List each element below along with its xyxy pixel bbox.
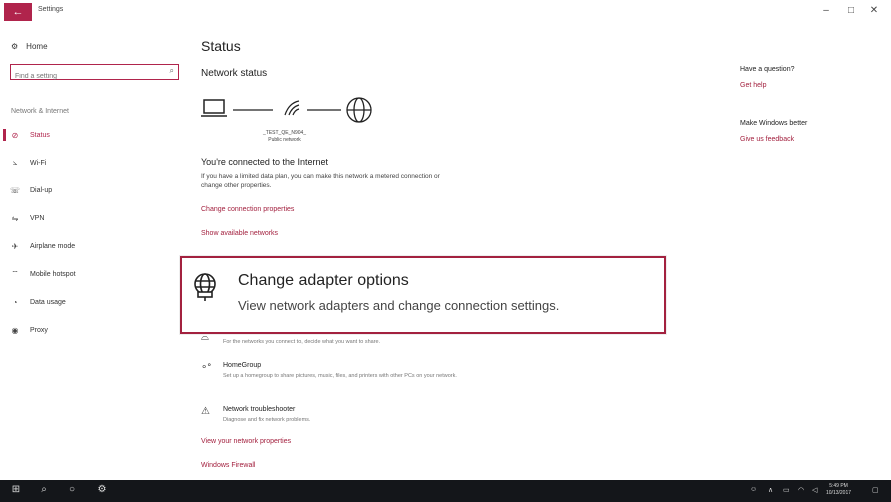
battery-icon[interactable]: ▭ (783, 486, 790, 494)
change-adapter-options-callout[interactable]: Change adapter options View network adap… (180, 256, 666, 334)
search-box[interactable]: ⌕ (10, 64, 179, 83)
sharing-description: For the networks you connect to, decide … (223, 339, 381, 345)
wifi-signal-icon (284, 100, 300, 116)
title-bar: ← Settings – □ ✕ (0, 0, 891, 24)
give-feedback-link[interactable]: Give us feedback (740, 136, 794, 143)
troubleshooter-title: Network troubleshooter (223, 406, 296, 413)
sidebar-item-label: Airplane mode (30, 242, 76, 250)
sidebar-item-vpn[interactable]: ⇋ VPN (0, 209, 190, 227)
settings-gear-icon[interactable]: ⚙ (94, 484, 110, 495)
proxy-icon: ◉ (11, 325, 19, 335)
dialup-icon: ☏ (9, 185, 20, 195)
wifi-icon: ⦣ (12, 158, 18, 167)
network-name: _TEST_QE_N904_ (263, 130, 307, 136)
close-button[interactable]: ✕ (866, 5, 882, 16)
gear-icon: ⚙ (11, 42, 19, 51)
sidebar-item-home[interactable]: ⚙ Home (11, 42, 48, 51)
status-icon: ⊘ (11, 130, 19, 140)
taskbar: ⊞ ⌕ ○ ⚙ ☺ ∧ ▭ ◠ ◁ 5:49 PM 10/13/2017 ▢ (0, 480, 891, 502)
sidebar-item-hotspot[interactable]: ⌔ Mobile hotspot (0, 265, 190, 283)
minimize-button[interactable]: – (818, 5, 834, 16)
sidebar-item-proxy[interactable]: ◉ Proxy (0, 321, 190, 339)
sidebar-item-label: Status (30, 131, 50, 139)
change-adapter-options-title: Change adapter options (238, 272, 409, 289)
homegroup-title: HomeGroup (223, 362, 262, 369)
show-available-networks-link[interactable]: Show available networks (201, 230, 278, 237)
warning-icon: ⚠ (201, 406, 210, 417)
sidebar-item-label: Mobile hotspot (30, 270, 76, 278)
network-name-block: _TEST_QE_N904_ Public network (263, 130, 306, 144)
sidebar-item-label: Dial-up (30, 186, 53, 194)
troubleshooter-description: Diagnose and fix network problems. (223, 417, 311, 423)
window-title: Settings (38, 6, 64, 13)
have-question-label: Have a question? (740, 66, 795, 73)
sidebar-item-label: VPN (30, 214, 45, 222)
network-status-heading: Network status (201, 68, 268, 79)
page-title: Status (201, 38, 241, 54)
network-type: Public network (268, 137, 301, 143)
airplane-icon: ✈ (11, 241, 19, 251)
search-input[interactable] (11, 70, 151, 83)
wifi-tray-icon[interactable]: ◠ (798, 486, 804, 494)
sidebar-item-airplane[interactable]: ✈ Airplane mode (0, 237, 190, 255)
maximize-button[interactable]: □ (843, 5, 859, 16)
back-arrow-icon: ← (12, 6, 24, 18)
sidebar-item-status[interactable]: ⊘ Status (0, 126, 190, 144)
network-diagram (201, 97, 372, 123)
connected-description: If you have a limited data plan, you can… (201, 173, 440, 189)
clock-date: 10/13/2017 (826, 490, 852, 496)
chevron-up-icon[interactable]: ∧ (768, 486, 773, 494)
get-help-link[interactable]: Get help (740, 82, 766, 89)
laptop-icon (201, 99, 227, 117)
sidebar-item-dialup[interactable]: ☏ Dial-up (0, 181, 190, 199)
data-usage-icon: ◔ (12, 297, 18, 307)
make-windows-better-label: Make Windows better (740, 120, 808, 127)
hotspot-icon: ⌔ (11, 269, 19, 278)
globe-icon (346, 97, 372, 123)
vpn-icon: ⇋ (11, 213, 19, 223)
search-icon[interactable]: ⌕ (170, 66, 174, 76)
windows-start-icon[interactable]: ⊞ (8, 484, 24, 495)
sidebar: ⚙ Home ⌕ Network & Internet ⊘ Status ⦣ W… (0, 24, 190, 480)
volume-icon[interactable]: ◁ (812, 486, 817, 494)
people-icon[interactable]: ☺ (750, 486, 757, 493)
view-network-properties-link[interactable]: View your network properties (201, 438, 291, 445)
sidebar-item-label: Proxy (30, 326, 48, 334)
home-label: Home (26, 42, 48, 51)
clock-time: 5:49 PM (829, 483, 848, 489)
section-label: Network & Internet (11, 108, 69, 115)
search-icon[interactable]: ⌕ (36, 484, 52, 495)
sidebar-item-wifi[interactable]: ⦣ Wi-Fi (0, 154, 190, 172)
windows-firewall-link[interactable]: Windows Firewall (201, 462, 255, 469)
homegroup-description: Set up a homegroup to share pictures, mu… (223, 373, 457, 379)
back-button[interactable]: ← (4, 3, 32, 21)
sidebar-item-data-usage[interactable]: ◔ Data usage (0, 293, 190, 311)
cortana-icon[interactable]: ○ (64, 484, 80, 495)
clock[interactable]: 5:49 PM 10/13/2017 (826, 483, 851, 497)
sidebar-item-label: Wi-Fi (30, 159, 47, 167)
homegroup-icon: ∘ᐤ (201, 362, 212, 373)
sidebar-item-label: Data usage (30, 298, 66, 306)
action-center-icon[interactable]: ▢ (872, 486, 879, 494)
change-adapter-options-description: View network adapters and change connect… (238, 298, 560, 313)
connected-title: You're connected to the Internet (201, 157, 328, 167)
adapter-globe-icon (194, 273, 216, 301)
change-connection-properties-link[interactable]: Change connection properties (201, 206, 294, 213)
